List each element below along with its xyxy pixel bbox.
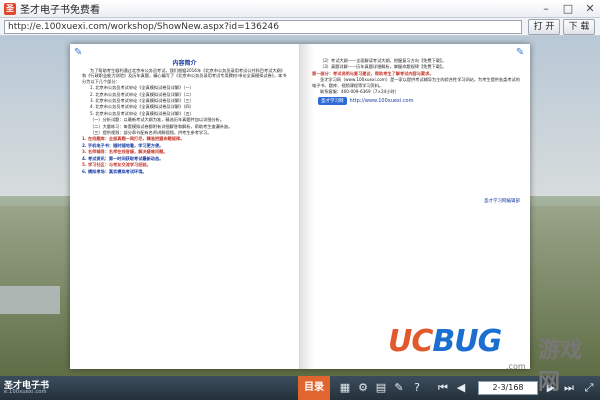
thumbnails-icon[interactable]: ▦	[338, 380, 352, 396]
app-icon: 圣	[4, 2, 16, 15]
paragraph: 2. 北京市公务员考试申论《全真模拟试卷及详解》（二）	[90, 91, 194, 97]
close-button[interactable]: ✕	[584, 3, 596, 15]
paragraph: 圣才学习网（www.100xuexi.com）是一家以提供考试辅导为主的综合性学…	[312, 77, 520, 88]
first-page-icon[interactable]: ⏮	[436, 380, 450, 396]
section-heading: 6. 模拟考场：真实模拟考试环境。	[82, 168, 147, 174]
paragraph: 为了帮助考生顺利通过北京市公务员考试，我们根据2016年《北京市公务员录用考试公…	[82, 68, 287, 84]
section-heading: 4. 考试资讯：第一时间获取考试最新动态。	[82, 155, 164, 161]
paragraph: 1. 北京市公务员考试申论《全真模拟试卷及详解》（一）	[90, 85, 194, 91]
site-logo-line: 圣才学习网 http://www.100xuexi.com	[300, 97, 530, 106]
window-controls: – □ ✕	[540, 3, 596, 15]
title-bar: 圣 圣才电子书免费看 – □ ✕	[0, 0, 600, 18]
right-page[interactable]: ✎ （2）考试大纲——全面解读考试大纲，把握复习方向【免费下载】。 （3）真题详…	[300, 44, 530, 369]
address-bar: http://e.100xuexi.com/workshop/ShowNew.a…	[0, 18, 600, 36]
next-page-icon[interactable]: ▶	[544, 380, 558, 396]
window-title: 圣才电子书免费看	[20, 5, 100, 16]
help-icon[interactable]: ?	[410, 380, 424, 396]
background-river	[0, 286, 60, 314]
right-page-body: （2）考试大纲——全面解读考试大纲，把握复习方向【免费下载】。 （3）真题详解—…	[300, 44, 530, 94]
section-heading: 5. 学习社区：与考友交流学习经验。	[82, 162, 151, 168]
paragraph: 5. 北京市公务员考试申论《全真模拟试卷及详解》（五）	[90, 110, 194, 116]
previous-page-icon[interactable]: ◀	[454, 380, 468, 396]
note-icon[interactable]: ✎	[392, 380, 406, 396]
minimize-button[interactable]: –	[540, 3, 552, 15]
paragraph: 第一部分：考试说明与复习建议，帮助考生了解考试内容与要求。	[312, 70, 434, 76]
settings-icon[interactable]: ⚙	[356, 380, 370, 396]
paragraph: （2）考试大纲——全面解读考试大纲，把握复习方向【免费下载】。	[320, 58, 447, 63]
site-link[interactable]: http://www.100xuexi.com	[350, 98, 414, 104]
left-page[interactable]: ✎ 内容简介 为了帮助考生顺利通过北京市公务员考试，我们根据2016年《北京市公…	[70, 44, 300, 369]
paragraph: 4. 北京市公务员考试申论《全真模拟试卷及详解》（四）	[90, 104, 194, 110]
paragraph: （三）提供视频：部分章节配有名师讲解视频，供考生参考学习。	[90, 130, 212, 136]
last-page-icon[interactable]: ⏭	[562, 380, 576, 396]
section-heading: 2. 手机电子书：随时随地看，学习更方便。	[82, 142, 164, 148]
left-page-title: 内容简介	[172, 60, 197, 67]
reader-stage: ✎ 内容简介 为了帮助考生顺利通过北京市公务员考试，我们根据2016年《北京市公…	[0, 36, 600, 376]
url-input[interactable]: http://e.100xuexi.com/workshop/ShowNew.a…	[4, 20, 522, 34]
left-page-body: 为了帮助考生顺利通过北京市公务员考试，我们根据2016年《北京市公务员录用考试公…	[70, 66, 299, 174]
open-button[interactable]: 打 开	[528, 19, 560, 35]
download-button[interactable]: 下 载	[563, 19, 595, 35]
page-footer: 圣才学习网编辑部	[484, 199, 520, 204]
book-spread[interactable]: ✎ 内容简介 为了帮助考生顺利通过北京市公务员考试，我们根据2016年《北京市公…	[70, 44, 530, 369]
fullscreen-icon[interactable]: ⤢	[582, 380, 596, 396]
maximize-button[interactable]: □	[562, 3, 574, 15]
toc-button[interactable]: 目录	[298, 376, 330, 400]
section-heading: 3. 名师辅导：名师在线答疑，解决疑难问题。	[82, 149, 168, 155]
paragraph: （3）真题详解——历年真题详细解析，掌握命题规律【免费下载】。	[320, 64, 447, 70]
bookmark-pin-icon[interactable]: ✎	[74, 48, 84, 58]
paragraph: 联系客服：400-009-6369（7×24小时）	[320, 89, 399, 95]
bookmark-pin-icon[interactable]: ✎	[516, 48, 526, 58]
bookmark-icon[interactable]: ▤	[374, 380, 388, 396]
paragraph: （一）分析试题：以最新考试大纲为准，精选历年真题并加以详细分析。	[90, 117, 225, 123]
paragraph: （二）大量练习：每套模拟试卷都附有详细解答和解析，帮助考生查漏补缺。	[90, 123, 233, 129]
site-logo: 圣才学习网	[318, 97, 347, 106]
paragraph: 3. 北京市公务员考试申论《全真模拟试卷及详解》（三）	[90, 98, 194, 104]
section-heading: 1. 在线题库：全部真题一网打尽，精准把握命题规律。	[82, 136, 185, 142]
page-number-input[interactable]: 2-3/168	[478, 381, 538, 395]
brand-subtitle: e.100xuexi.com	[4, 389, 47, 395]
bottom-toolbar: 圣才电子书 e.100xuexi.com 目录 ▦ ⚙ ▤ ✎ ? ⏮ ◀ 2-…	[0, 376, 600, 400]
